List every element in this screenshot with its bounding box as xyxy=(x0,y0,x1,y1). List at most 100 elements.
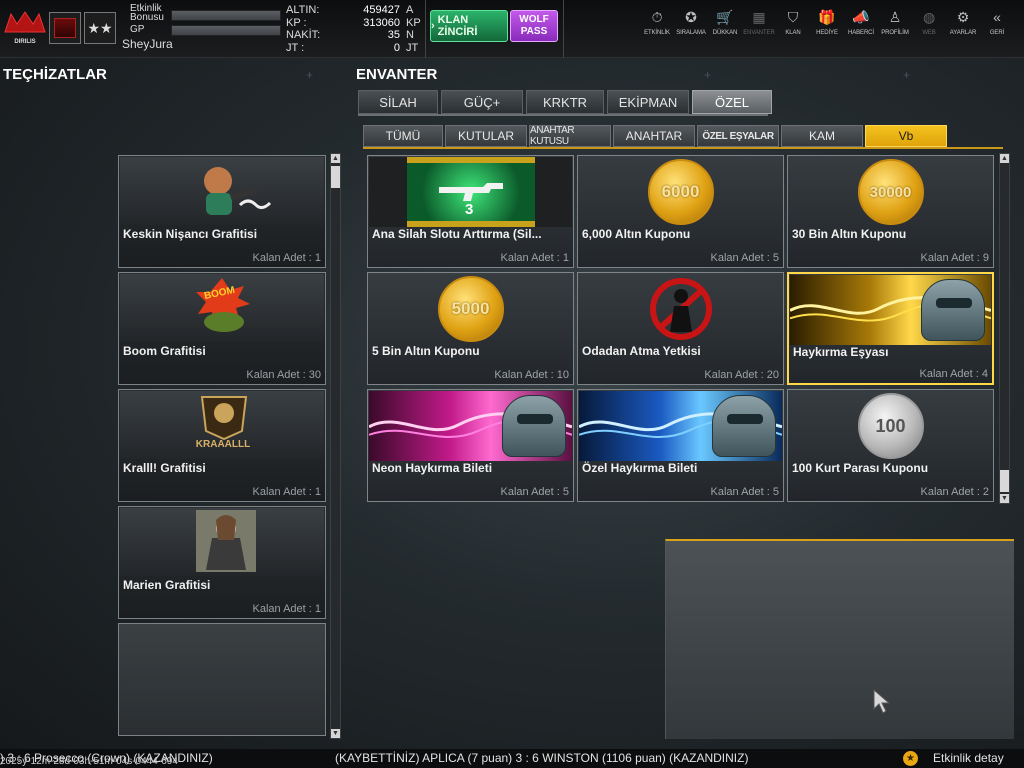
subtab-anahtar-kutusu[interactable]: ANAHTAR KUTUSU xyxy=(529,125,611,147)
top-bar: DIRILIS ★★ Etkinlik Bonusu GP SheyJura A… xyxy=(0,0,1024,58)
equipment-count: Kalan Adet : 1 xyxy=(252,603,322,615)
rank-badge[interactable]: ★★ xyxy=(84,12,116,44)
nav-stopwatch[interactable]: ⏱ ETKİNLİK xyxy=(640,8,674,37)
tab-guc[interactable]: GÜÇ+ xyxy=(441,90,523,114)
tab-ozel[interactable]: ÖZEL xyxy=(692,90,772,114)
scroll-thumb[interactable] xyxy=(331,166,340,188)
shield-icon: ⛉ xyxy=(787,8,799,25)
currency-altin: ALTIN: 459427 A xyxy=(286,4,420,17)
nav-globe[interactable]: ◍ WEB xyxy=(912,8,946,37)
currency-key: KP : xyxy=(286,16,307,29)
inventory-icon: ▦ xyxy=(752,8,766,25)
logo-text: DIRILIS xyxy=(14,39,36,45)
currency-unit: KP xyxy=(406,16,421,29)
main-nav: ⏱ ETKİNLİK ✪ SIRALAMA 🛒 DÜKKAN ▦ ENVANTER ⛉ KLAN 🎁… xyxy=(640,8,1014,37)
nav-label: ENVANTER xyxy=(743,30,775,36)
scroll-up-icon[interactable]: ▲ xyxy=(1000,154,1009,163)
currency-panel: ALTIN: 459427 A KP : 313060 KP NAKİT: 35 N JT … xyxy=(286,4,421,54)
inventory-item[interactable]: Odadan Atma Yetkisi Kalan Adet : 20 xyxy=(577,272,784,385)
inventory-item-selected[interactable]: Haykırma Eşyası Kalan Adet : 4 xyxy=(787,272,994,385)
inventory-item[interactable]: 3 Ana Silah Slotu Arttırma (Sil... Kalan… xyxy=(367,155,574,268)
inventory-item[interactable]: 100 100 Kurt Parası Kuponu Kalan Adet : … xyxy=(787,389,994,502)
inventory-tabs: SİLAH GÜÇ+ KRKTR EKİPMAN ÖZEL xyxy=(358,90,772,114)
tab-krktr[interactable]: KRKTR xyxy=(526,90,604,114)
scroll-thumb[interactable] xyxy=(1000,470,1009,492)
scroll-down-icon[interactable]: ▼ xyxy=(331,729,340,738)
subtab-label: Vb xyxy=(898,129,914,143)
nav-label: PROFİLİM xyxy=(881,30,909,36)
nav-label: HABERCİ xyxy=(848,30,874,36)
equipment-card[interactable]: BOOM Boom Grafitisi Kalan Adet : 30 xyxy=(118,272,326,385)
inventory-item[interactable]: Neon Haykırma Bileti Kalan Adet : 5 xyxy=(367,389,574,502)
equipment-scrollbar[interactable]: ▲ ▼ xyxy=(330,153,341,739)
inventory-scrollbar[interactable]: ▲ ▼ xyxy=(999,153,1010,504)
item-count: Kalan Adet : 5 xyxy=(710,486,780,498)
scroll-down-icon[interactable]: ▼ xyxy=(1000,494,1009,503)
back-icon: « xyxy=(993,9,1001,25)
username: SheyJura xyxy=(122,37,173,51)
inventory-grid: 3 Ana Silah Slotu Arttırma (Sil... Kalan… xyxy=(367,155,997,502)
tab-label: EKİPMAN xyxy=(618,94,678,110)
gift-icon: 🎁 xyxy=(818,8,836,25)
currency-value: 0 xyxy=(393,41,400,54)
nav-back[interactable]: « GERİ xyxy=(980,8,1014,36)
nav-megaphone[interactable]: 📣 HABERCİ xyxy=(844,8,878,37)
item-image: 6000 xyxy=(579,157,782,227)
equipment-card[interactable]: Marien Grafitisi Kalan Adet : 1 xyxy=(118,506,326,619)
klan-chain-button[interactable]: › KLAN ZİNCİRİ xyxy=(430,10,508,42)
nav-cart[interactable]: 🛒 DÜKKAN xyxy=(708,8,742,37)
equipment-card[interactable]: KRAAALLL Kralll! Grafitisi Kalan Adet : … xyxy=(118,389,326,502)
subtab-label: ANAHTAR KUTUSU xyxy=(530,125,575,147)
decor-plus: + xyxy=(704,68,712,82)
boom-graffiti-icon xyxy=(196,278,250,332)
inventory-title: ENVANTER xyxy=(356,66,438,83)
subtab-ozel-esyalar[interactable]: ÖZEL EŞYALAR xyxy=(697,125,779,147)
equipment-list: Keskin Nişancı Grafitisi Kalan Adet : 1 … xyxy=(118,155,326,740)
nav-gift[interactable]: 🎁 HEDİYE xyxy=(810,8,844,37)
clan-emblem[interactable] xyxy=(49,12,81,44)
gold-coin-icon: 5000 xyxy=(437,276,504,342)
graffiti-image xyxy=(120,157,324,225)
event-detail-link[interactable]: Etkinlik detay xyxy=(933,750,1004,767)
tab-ekipman[interactable]: EKİPMAN xyxy=(607,90,689,114)
subtab-vb[interactable]: Vb xyxy=(865,125,947,147)
sniper-graffiti-icon xyxy=(204,167,272,215)
nav-label: DÜKKAN xyxy=(712,30,738,36)
klan-chain-label: KLAN ZİNCİRİ xyxy=(437,14,478,38)
item-image: 30000 xyxy=(789,157,992,227)
graffiti-image xyxy=(120,508,324,576)
event-bonus-bar xyxy=(171,10,281,21)
scroll-up-icon[interactable]: ▲ xyxy=(331,154,340,163)
subtab-anahtar[interactable]: ANAHTAR xyxy=(613,125,695,147)
nav-medal[interactable]: ✪ SIRALAMA xyxy=(674,8,708,37)
inventory-item[interactable]: 6000 6,000 Altın Kuponu Kalan Adet : 5 xyxy=(577,155,784,268)
item-count: Kalan Adet : 1 xyxy=(500,252,570,264)
mouse-cursor-icon xyxy=(873,689,891,714)
subtab-label: KAM xyxy=(808,129,835,143)
inventory-item[interactable]: 5000 5 Bin Altın Kuponu Kalan Adet : 10 xyxy=(367,272,574,385)
nav-shield[interactable]: ⛉ KLAN xyxy=(776,8,810,37)
tab-silah[interactable]: SİLAH xyxy=(358,90,438,114)
inventory-item[interactable]: Özel Haykırma Bileti Kalan Adet : 5 xyxy=(577,389,784,502)
nav-profile[interactable]: ♙ PROFİLİM xyxy=(878,8,912,37)
equipment-card[interactable]: Keskin Nişancı Grafitisi Kalan Adet : 1 xyxy=(118,155,326,268)
item-name: 5 Bin Altın Kuponu xyxy=(372,344,480,358)
subtab-kutular[interactable]: KUTULAR xyxy=(445,125,527,147)
item-count: Kalan Adet : 4 xyxy=(919,368,989,380)
empty-equipment-slot[interactable] xyxy=(118,623,326,736)
item-image: 3 xyxy=(369,157,572,227)
wolf-pass-button[interactable]: WOLF PASS xyxy=(510,10,558,42)
subtab-kam[interactable]: KAM xyxy=(781,125,863,147)
subtab-tumu[interactable]: TÜMÜ xyxy=(363,125,443,147)
event-star-icon[interactable]: ★ xyxy=(903,751,918,766)
subtab-underline xyxy=(363,147,1003,149)
inventory-item[interactable]: 30000 30 Bin Altın Kuponu Kalan Adet : 9 xyxy=(787,155,994,268)
nav-inventory[interactable]: ▦ ENVANTER xyxy=(742,8,776,37)
nav-gear[interactable]: ⚙ AYARLAR xyxy=(946,8,980,37)
timestamp-overlay: 2025y-12m-28d-03h-51m-04s-0444-694 xyxy=(0,756,178,767)
item-count: Kalan Adet : 20 xyxy=(704,369,779,381)
kick-icon xyxy=(649,278,712,340)
nav-label: HEDİYE xyxy=(816,30,838,36)
currency-unit: A xyxy=(406,4,414,16)
item-name: 30 Bin Altın Kuponu xyxy=(792,227,907,241)
